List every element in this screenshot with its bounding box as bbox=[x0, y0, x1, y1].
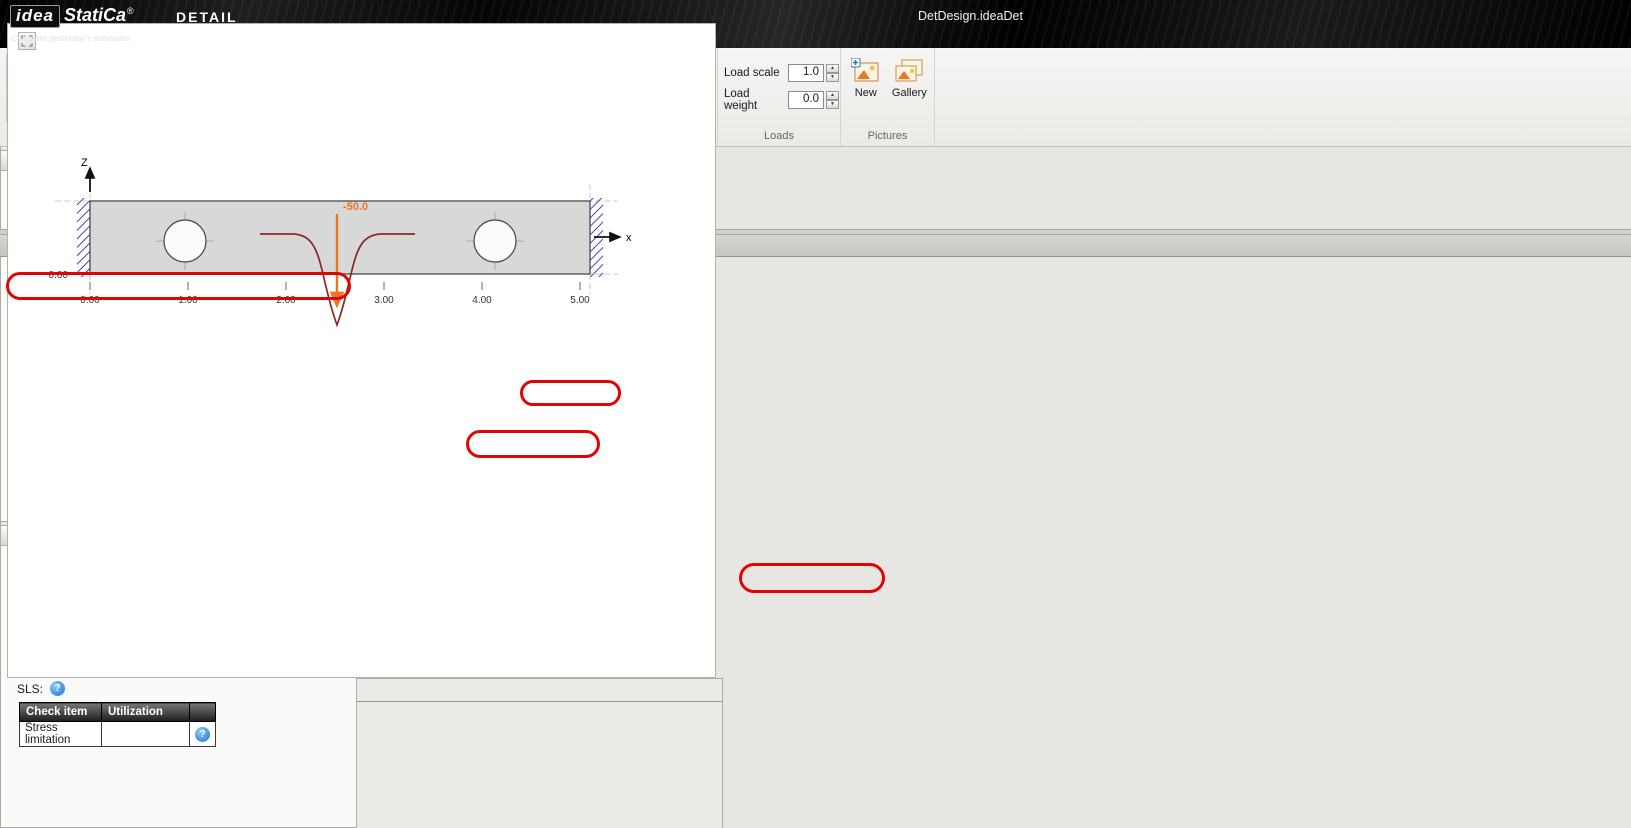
load-scale-label: Load scale bbox=[724, 67, 786, 79]
left-support-hatch bbox=[77, 198, 90, 277]
new-picture-icon bbox=[851, 58, 881, 84]
table-header-row: Check item Utilization bbox=[20, 703, 216, 722]
app-window: idea StatiCa ® DETAIL Calculate yesterda… bbox=[0, 0, 1631, 828]
help-icon[interactable] bbox=[195, 727, 210, 742]
picture-gallery-label: Gallery bbox=[892, 87, 927, 99]
x-ruler-tick: 4.00 bbox=[472, 295, 492, 306]
load-scale-input[interactable]: 1.0 bbox=[788, 64, 824, 82]
load-scale-down-button[interactable]: ▼ bbox=[826, 73, 839, 82]
load-weight-input[interactable]: 0.0 bbox=[788, 91, 824, 109]
picture-gallery-button[interactable]: Gallery bbox=[889, 52, 930, 128]
utilization-cell bbox=[102, 722, 190, 747]
y-ruler-tick: 0.00 bbox=[49, 270, 69, 281]
document-title: DetDesign.ideaDet bbox=[918, 9, 1023, 23]
x-ruler-tick: 5.00 bbox=[570, 295, 590, 306]
load-weight-down-button[interactable]: ▼ bbox=[826, 100, 839, 109]
load-weight-up-button[interactable]: ▲ bbox=[826, 91, 839, 100]
ribbon-group-label: Loads bbox=[718, 129, 840, 146]
tagline: Calculate yesterday's estimates bbox=[11, 33, 130, 43]
x-axis-label: x bbox=[626, 232, 632, 244]
z-axis-label: Z bbox=[81, 157, 88, 169]
check-item-header: Check item bbox=[20, 703, 102, 722]
x-ruler-tick: 1.00 bbox=[178, 295, 198, 306]
load-scale-up-button[interactable]: ▲ bbox=[826, 64, 839, 73]
idea-statica-logo: idea StatiCa ® bbox=[10, 5, 134, 28]
x-ruler-tick: 0.00 bbox=[80, 295, 100, 306]
ribbon-group-loads: Load scale 1.0 ▲ ▼ Load weight 0.0 ▲ ▼ bbox=[718, 48, 841, 146]
help-icon[interactable] bbox=[50, 681, 65, 696]
x-ruler-tick: 3.00 bbox=[374, 295, 394, 306]
picture-new-button[interactable]: New bbox=[847, 52, 885, 128]
table-row[interactable]: Stress limitation bbox=[20, 722, 216, 747]
sls-label: SLS: bbox=[17, 682, 43, 696]
main-model-canvas[interactable]: -50.0 Z x 0.00 0.00 1.00 2.00 3.00 bbox=[7, 23, 716, 678]
help-column-header bbox=[190, 703, 216, 722]
gallery-icon bbox=[894, 58, 924, 84]
ribbon-group-label: Pictures bbox=[841, 129, 934, 146]
registered-mark: ® bbox=[127, 6, 134, 16]
picture-new-label: New bbox=[855, 87, 877, 99]
idea-logo-badge: idea bbox=[10, 5, 60, 28]
utilization-header: Utilization bbox=[102, 703, 190, 722]
opening-circle bbox=[474, 220, 516, 262]
opening-circle bbox=[164, 220, 206, 262]
sls-check-table: Check item Utilization Stress limitation bbox=[19, 702, 216, 747]
load-value-label: -50.0 bbox=[343, 201, 368, 213]
x-ruler-tick: 2.00 bbox=[276, 295, 296, 306]
app-mode-label: DETAIL bbox=[176, 9, 238, 25]
ribbon-group-pictures: New Gallery Pictures bbox=[841, 48, 935, 146]
check-item-cell: Stress limitation bbox=[20, 722, 102, 747]
annotation-ellipse-transmitting-device bbox=[739, 563, 885, 593]
beam-model-view: -50.0 Z x 0.00 0.00 1.00 2.00 3.00 bbox=[10, 144, 722, 354]
statica-wordmark: StatiCa bbox=[64, 5, 126, 26]
load-weight-label: Load weight bbox=[724, 88, 786, 112]
